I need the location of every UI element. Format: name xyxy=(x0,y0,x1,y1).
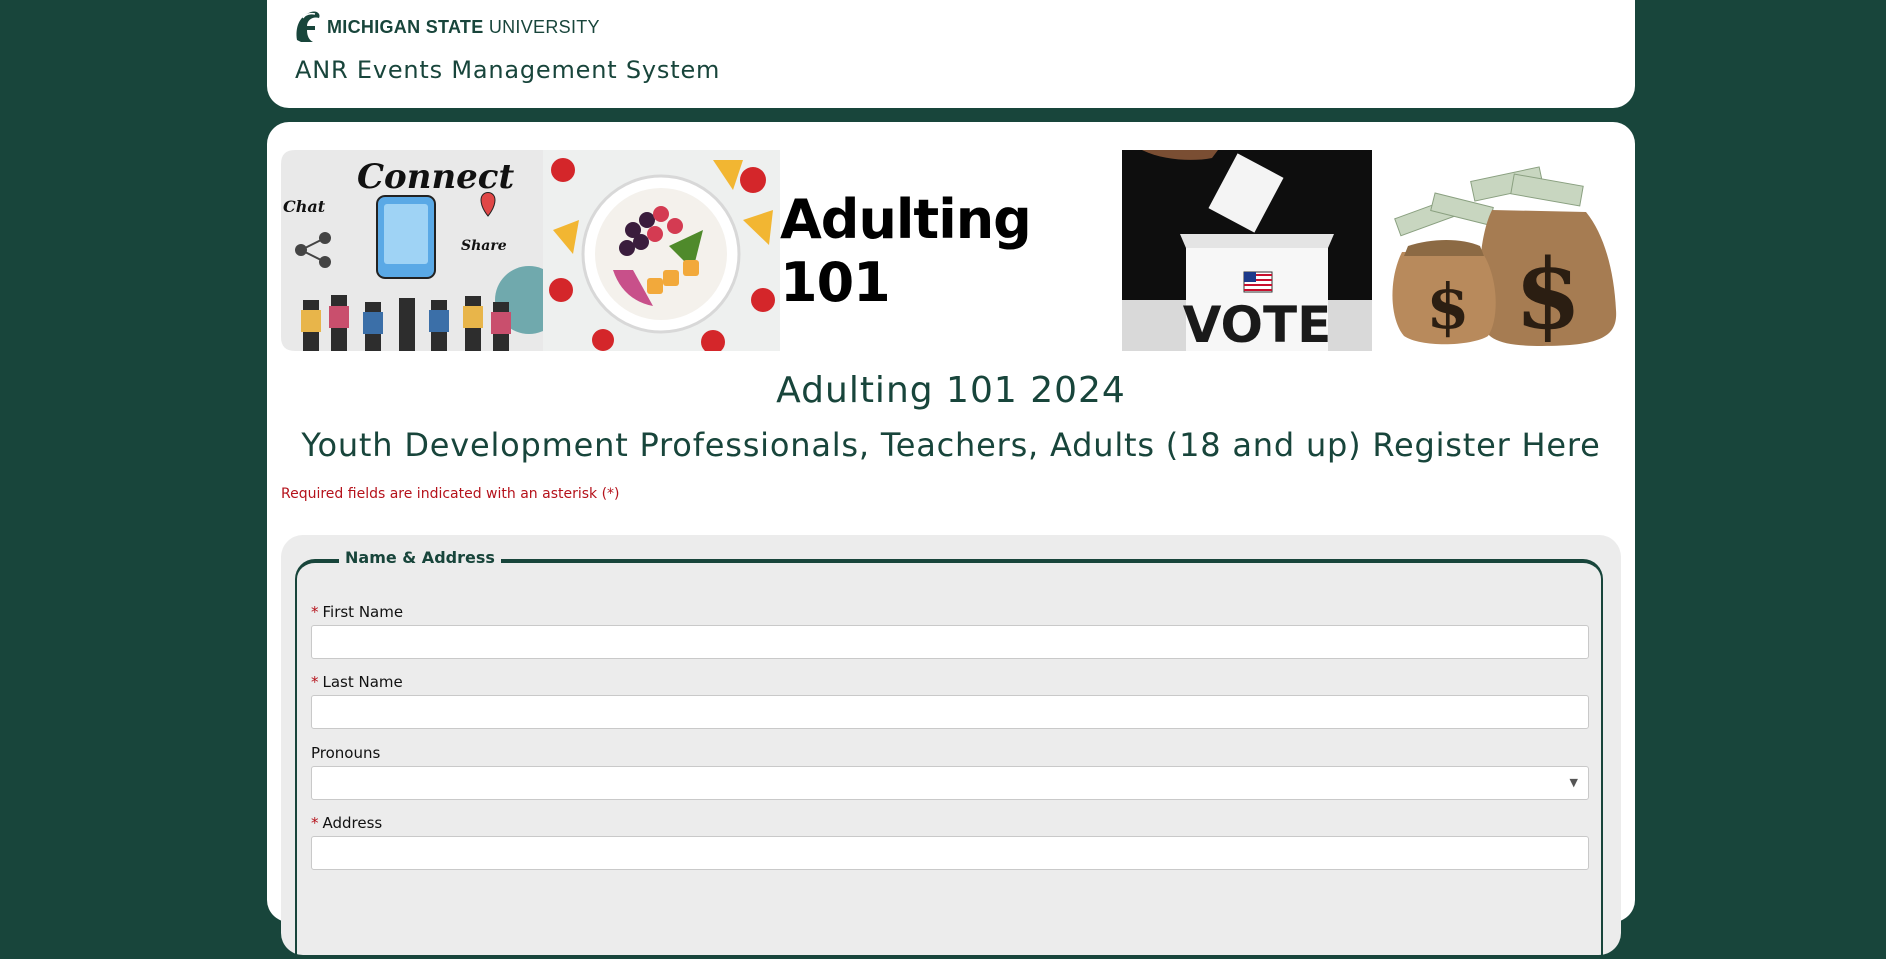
registration-form: Name & Address * First Name * Last Name Pr… xyxy=(281,535,1621,959)
banner-title-panel: Adulting 101 xyxy=(780,150,1122,351)
pronouns-select[interactable]: ▼ xyxy=(311,766,1589,800)
logo-light-text: UNIVERSITY xyxy=(483,16,600,37)
required-marker: * xyxy=(311,603,319,621)
required-fields-note: Required fields are indicated with an as… xyxy=(281,486,620,502)
banner-title: Adulting 101 xyxy=(780,187,1032,314)
svg-text:$: $ xyxy=(1426,270,1469,343)
money-bags-image: $ $ xyxy=(1372,150,1621,351)
spartan-helmet-icon xyxy=(296,11,320,42)
connect-text: Connect xyxy=(357,157,515,197)
dropdown-arrow-icon: ▼ xyxy=(1569,776,1578,789)
fruit-bowl-image xyxy=(543,150,780,351)
required-marker: * xyxy=(311,814,319,832)
address-label: * Address xyxy=(311,814,383,832)
event-title: Adulting 101 2024 xyxy=(776,370,1126,411)
logo-bold-text: MICHIGAN STATE xyxy=(327,16,484,37)
address-input[interactable] xyxy=(311,836,1589,870)
event-subtitle: Youth Development Professionals, Teacher… xyxy=(301,426,1601,464)
last-name-label: * Last Name xyxy=(311,673,403,691)
vote-text: VOTE xyxy=(1183,296,1332,351)
last-name-input[interactable] xyxy=(311,695,1589,729)
connect-collage-image: Connect Chat Share xyxy=(281,150,543,351)
first-name-label: * First Name xyxy=(311,603,404,621)
msu-logo[interactable]: MICHIGAN STATE UNIVERSITY xyxy=(293,10,600,44)
fieldset-legend: Name & Address xyxy=(339,548,501,567)
first-name-input[interactable] xyxy=(311,625,1589,659)
chat-text: Chat xyxy=(283,197,326,216)
required-marker: * xyxy=(311,673,319,691)
event-banner: Connect Chat Share Adulting 101 VOTE $ $ xyxy=(281,150,1621,351)
svg-text:$: $ xyxy=(1515,238,1582,351)
pronouns-label: Pronouns xyxy=(311,744,381,762)
main-content: Connect Chat Share Adulting 101 VOTE $ $… xyxy=(267,122,1635,959)
vote-box-image: VOTE xyxy=(1122,150,1372,351)
system-title: ANR Events Management System xyxy=(295,56,721,84)
name-address-fieldset: Name & Address * First Name * Last Name Pr… xyxy=(295,548,1603,959)
site-header: MICHIGAN STATE UNIVERSITY ANR Events Man… xyxy=(267,0,1635,108)
share-text: Share xyxy=(461,238,507,254)
